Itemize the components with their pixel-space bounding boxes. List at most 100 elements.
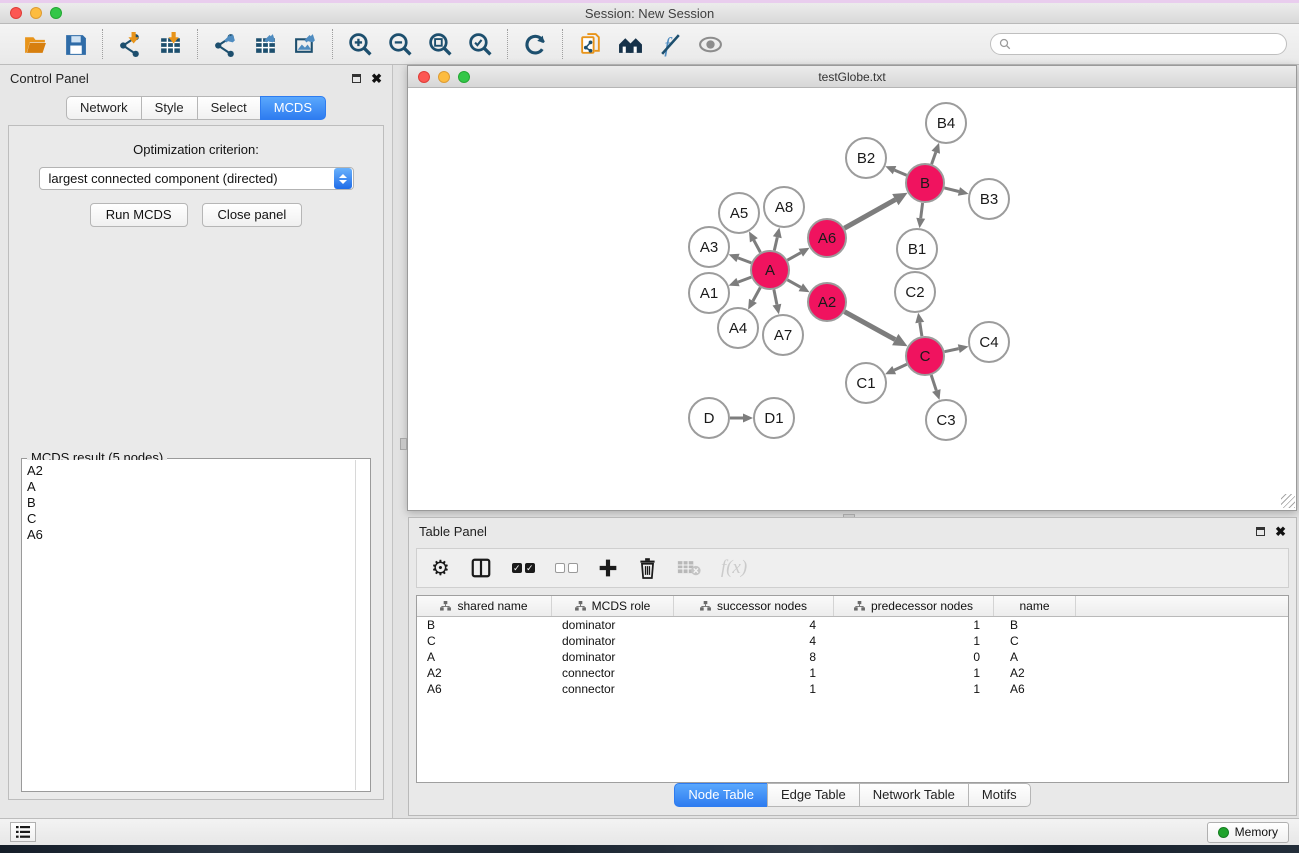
refresh-icon[interactable]: [518, 29, 552, 59]
cell-predecessor-nodes[interactable]: 1: [834, 666, 994, 680]
optimization-criterion-dropdown[interactable]: largest connected component (directed): [39, 167, 354, 190]
cell-successor-nodes[interactable]: 1: [674, 682, 834, 696]
edge-B-B1[interactable]: [921, 203, 923, 218]
edge-C-C2[interactable]: [920, 323, 922, 337]
cell-shared-name[interactable]: A: [417, 650, 552, 664]
node-A1[interactable]: A1: [689, 273, 729, 313]
export-table-icon[interactable]: [248, 29, 282, 59]
edge-A-A3[interactable]: [738, 258, 751, 263]
memory-button[interactable]: Memory: [1207, 822, 1289, 843]
node-B[interactable]: B: [906, 164, 944, 202]
tab-network-table[interactable]: Network Table: [859, 783, 969, 807]
tab-mcds[interactable]: MCDS: [260, 96, 326, 120]
result-item-a[interactable]: A: [23, 479, 355, 495]
node-B4[interactable]: B4: [926, 103, 966, 143]
cell-predecessor-nodes[interactable]: 1: [834, 634, 994, 648]
export-network-icon[interactable]: [208, 29, 242, 59]
search-input[interactable]: [1016, 37, 1278, 51]
column-header-shared-name[interactable]: shared name: [417, 596, 552, 616]
cell-successor-nodes[interactable]: 1: [674, 666, 834, 680]
edge-A-A2[interactable]: [787, 280, 800, 288]
cell-successor-nodes[interactable]: 8: [674, 650, 834, 664]
network-window-titlebar[interactable]: testGlobe.txt: [408, 66, 1296, 88]
table-row-A6[interactable]: A6connector11A6: [417, 681, 1288, 697]
column-header-successor-nodes[interactable]: successor nodes: [674, 596, 834, 616]
export-image-icon[interactable]: [288, 29, 322, 59]
node-C[interactable]: C: [906, 337, 944, 375]
node-C2[interactable]: C2: [895, 272, 935, 312]
tab-motifs[interactable]: Motifs: [968, 783, 1031, 807]
node-C3[interactable]: C3: [926, 400, 966, 440]
mcds-result-list[interactable]: A2ABCA6: [23, 460, 355, 790]
tab-style[interactable]: Style: [141, 96, 198, 120]
cell-name[interactable]: A6: [994, 682, 1076, 696]
node-A7[interactable]: A7: [763, 315, 803, 355]
tab-edge-table[interactable]: Edge Table: [767, 783, 860, 807]
cell-shared-name[interactable]: A2: [417, 666, 552, 680]
edge-B-B4[interactable]: [932, 152, 936, 164]
save-session-icon[interactable]: [58, 29, 92, 59]
table-row-B[interactable]: Bdominator41B: [417, 617, 1288, 633]
node-C4[interactable]: C4: [969, 322, 1009, 362]
import-table-icon[interactable]: [153, 29, 187, 59]
cell-MCDS-role[interactable]: dominator: [552, 634, 674, 648]
edge-A-A4[interactable]: [753, 288, 760, 301]
cell-MCDS-role[interactable]: connector: [552, 682, 674, 696]
result-list-scrollbar[interactable]: [355, 460, 369, 790]
open-folder-icon[interactable]: [18, 29, 52, 59]
close-panel-icon[interactable]: ✖: [371, 72, 382, 85]
tab-node-table[interactable]: Node Table: [674, 783, 768, 807]
result-item-a6[interactable]: A6: [23, 527, 355, 543]
zoom-in-icon[interactable]: [343, 29, 377, 59]
edge-C-C4[interactable]: [945, 349, 959, 352]
edge-A-A6[interactable]: [787, 253, 800, 261]
zoom-fit-icon[interactable]: [423, 29, 457, 59]
tab-network[interactable]: Network: [66, 96, 142, 120]
edge-A6-B[interactable]: [844, 200, 895, 229]
node-A2[interactable]: A2: [808, 283, 846, 321]
edge-A-A7[interactable]: [774, 290, 777, 305]
run-mcds-button[interactable]: Run MCDS: [90, 203, 188, 227]
cell-shared-name[interactable]: B: [417, 618, 552, 632]
left-split-handle[interactable]: [400, 438, 407, 450]
column-header-MCDS-role[interactable]: MCDS role: [552, 596, 674, 616]
settings-gear-icon[interactable]: ⚙: [431, 558, 450, 579]
table-row-C[interactable]: Cdominator41C: [417, 633, 1288, 649]
cell-predecessor-nodes[interactable]: 1: [834, 682, 994, 696]
cell-name[interactable]: C: [994, 634, 1076, 648]
node-A8[interactable]: A8: [764, 187, 804, 227]
cell-predecessor-nodes[interactable]: 1: [834, 618, 994, 632]
cell-MCDS-role[interactable]: dominator: [552, 618, 674, 632]
close-table-panel-icon[interactable]: ✖: [1275, 525, 1286, 538]
cell-predecessor-nodes[interactable]: 0: [834, 650, 994, 664]
float-table-panel-icon[interactable]: [1256, 527, 1265, 536]
select-all-checkboxes-icon[interactable]: ✓✓: [512, 563, 535, 573]
column-header-name[interactable]: name: [994, 596, 1076, 616]
column-header-predecessor-nodes[interactable]: predecessor nodes: [834, 596, 994, 616]
edge-A-A8[interactable]: [774, 237, 777, 250]
cell-successor-nodes[interactable]: 4: [674, 618, 834, 632]
node-A3[interactable]: A3: [689, 227, 729, 267]
cell-shared-name[interactable]: A6: [417, 682, 552, 696]
result-item-c[interactable]: C: [23, 511, 355, 527]
split-columns-icon[interactable]: [470, 557, 492, 579]
table-row-A[interactable]: Adominator80A: [417, 649, 1288, 665]
table-row-A2[interactable]: A2connector11A2: [417, 665, 1288, 681]
cell-shared-name[interactable]: C: [417, 634, 552, 648]
task-history-button[interactable]: [10, 822, 36, 842]
node-D[interactable]: D: [689, 398, 729, 438]
zoom-out-icon[interactable]: [383, 29, 417, 59]
float-panel-icon[interactable]: [352, 74, 361, 83]
edge-A-A1[interactable]: [738, 277, 751, 282]
close-panel-button[interactable]: Close panel: [202, 203, 303, 227]
import-network-icon[interactable]: [113, 29, 147, 59]
home-icon[interactable]: [613, 29, 647, 59]
clone-network-icon[interactable]: [573, 29, 607, 59]
delete-row-icon[interactable]: [638, 558, 657, 579]
search-box[interactable]: [990, 33, 1287, 55]
node-C1[interactable]: C1: [846, 363, 886, 403]
tab-select[interactable]: Select: [197, 96, 261, 120]
cell-successor-nodes[interactable]: 4: [674, 634, 834, 648]
edge-C-C1[interactable]: [894, 364, 907, 370]
cell-MCDS-role[interactable]: connector: [552, 666, 674, 680]
